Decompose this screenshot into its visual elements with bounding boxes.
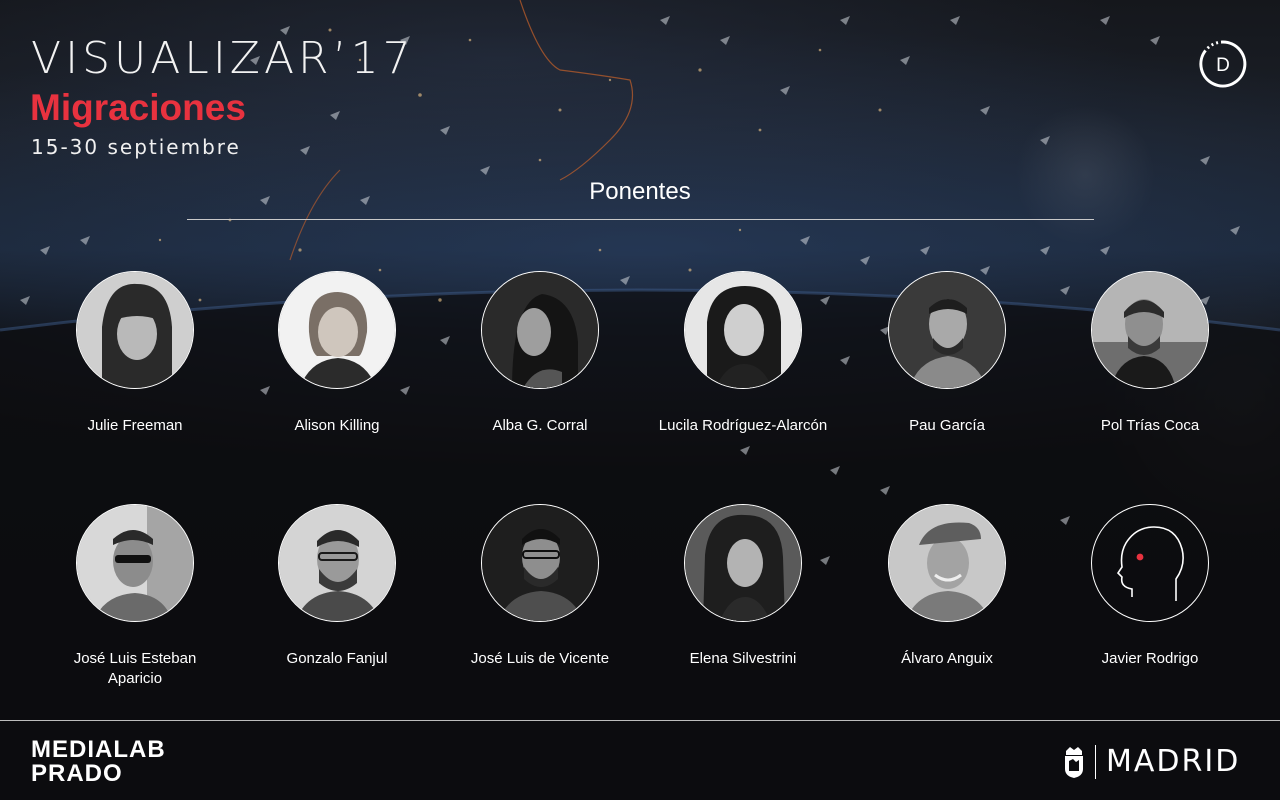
speaker-card[interactable]: Javier Rodrigo <box>1060 504 1240 669</box>
speaker-photo[interactable] <box>1091 271 1209 389</box>
madrid-separator <box>1095 745 1096 779</box>
speaker-name: José Luis de Vicente <box>470 650 610 667</box>
speaker-name: Gonzalo Fanjul <box>286 650 388 667</box>
event-title: VISUALIZAR’17 <box>31 33 415 84</box>
speaker-card[interactable]: Lucila Rodríguez-Alarcón <box>653 271 833 436</box>
speaker-card[interactable]: Pau García <box>857 271 1037 436</box>
speaker-card[interactable]: Elena Silvestrini <box>653 504 833 669</box>
speaker-card[interactable]: Álvaro Anguix <box>857 504 1037 669</box>
speaker-card[interactable]: Alba G. Corral <box>450 271 630 436</box>
speaker-photo[interactable] <box>76 504 194 622</box>
footer-divider <box>0 720 1280 721</box>
medialab-prado-logo[interactable]: MEDIALAB PRADO <box>31 738 166 786</box>
speaker-name: Alba G. Corral <box>492 417 588 434</box>
speaker-card[interactable]: José Luis Esteban Aparicio <box>45 504 225 689</box>
madrid-wordmark: MADRID <box>1106 744 1241 779</box>
section-divider <box>187 219 1094 220</box>
speaker-name: Álvaro Anguix <box>901 650 993 667</box>
speaker-photo[interactable] <box>481 271 599 389</box>
speaker-name: Pol Trías Coca <box>1100 417 1200 434</box>
speaker-name: Javier Rodrigo <box>1101 650 1199 667</box>
speaker-photo[interactable] <box>481 504 599 622</box>
speaker-photo[interactable] <box>1091 504 1209 622</box>
event-dates: 15-30 septiembre <box>31 135 241 159</box>
speaker-photo[interactable] <box>888 504 1006 622</box>
speaker-card[interactable]: Gonzalo Fanjul <box>247 504 427 669</box>
event-subtitle: Migraciones <box>30 87 246 128</box>
speaker-name: Elena Silvestrini <box>689 650 797 667</box>
speaker-card[interactable]: Pol Trías Coca <box>1060 271 1240 436</box>
speaker-photo[interactable] <box>76 271 194 389</box>
speaker-photo[interactable] <box>684 271 802 389</box>
speaker-name: Julie Freeman <box>87 417 183 434</box>
visualizar-logo-icon[interactable]: D <box>1198 39 1248 89</box>
medialab-line2: PRADO <box>31 760 123 787</box>
speaker-name: José Luis Esteban Aparicio <box>73 650 197 687</box>
speaker-name: Alison Killing <box>294 417 380 434</box>
speaker-photo[interactable] <box>888 271 1006 389</box>
head-outline-icon <box>1116 526 1184 601</box>
logo-letter: D <box>1216 55 1230 76</box>
speaker-card[interactable]: Julie Freeman <box>45 271 225 436</box>
madrid-crest-icon <box>1065 747 1083 778</box>
speaker-card[interactable]: Alison Killing <box>247 271 427 436</box>
speaker-photo[interactable] <box>278 271 396 389</box>
madrid-logo[interactable]: MADRID <box>1063 744 1240 780</box>
medialab-line1: MEDIALAB <box>31 736 166 763</box>
speaker-name: Lucila Rodríguez-Alarcón <box>658 417 828 434</box>
speaker-name: Pau García <box>909 417 985 434</box>
speaker-card[interactable]: José Luis de Vicente <box>450 504 630 669</box>
speaker-photo[interactable] <box>278 504 396 622</box>
speaker-photo[interactable] <box>684 504 802 622</box>
section-title: Ponentes <box>589 178 691 205</box>
